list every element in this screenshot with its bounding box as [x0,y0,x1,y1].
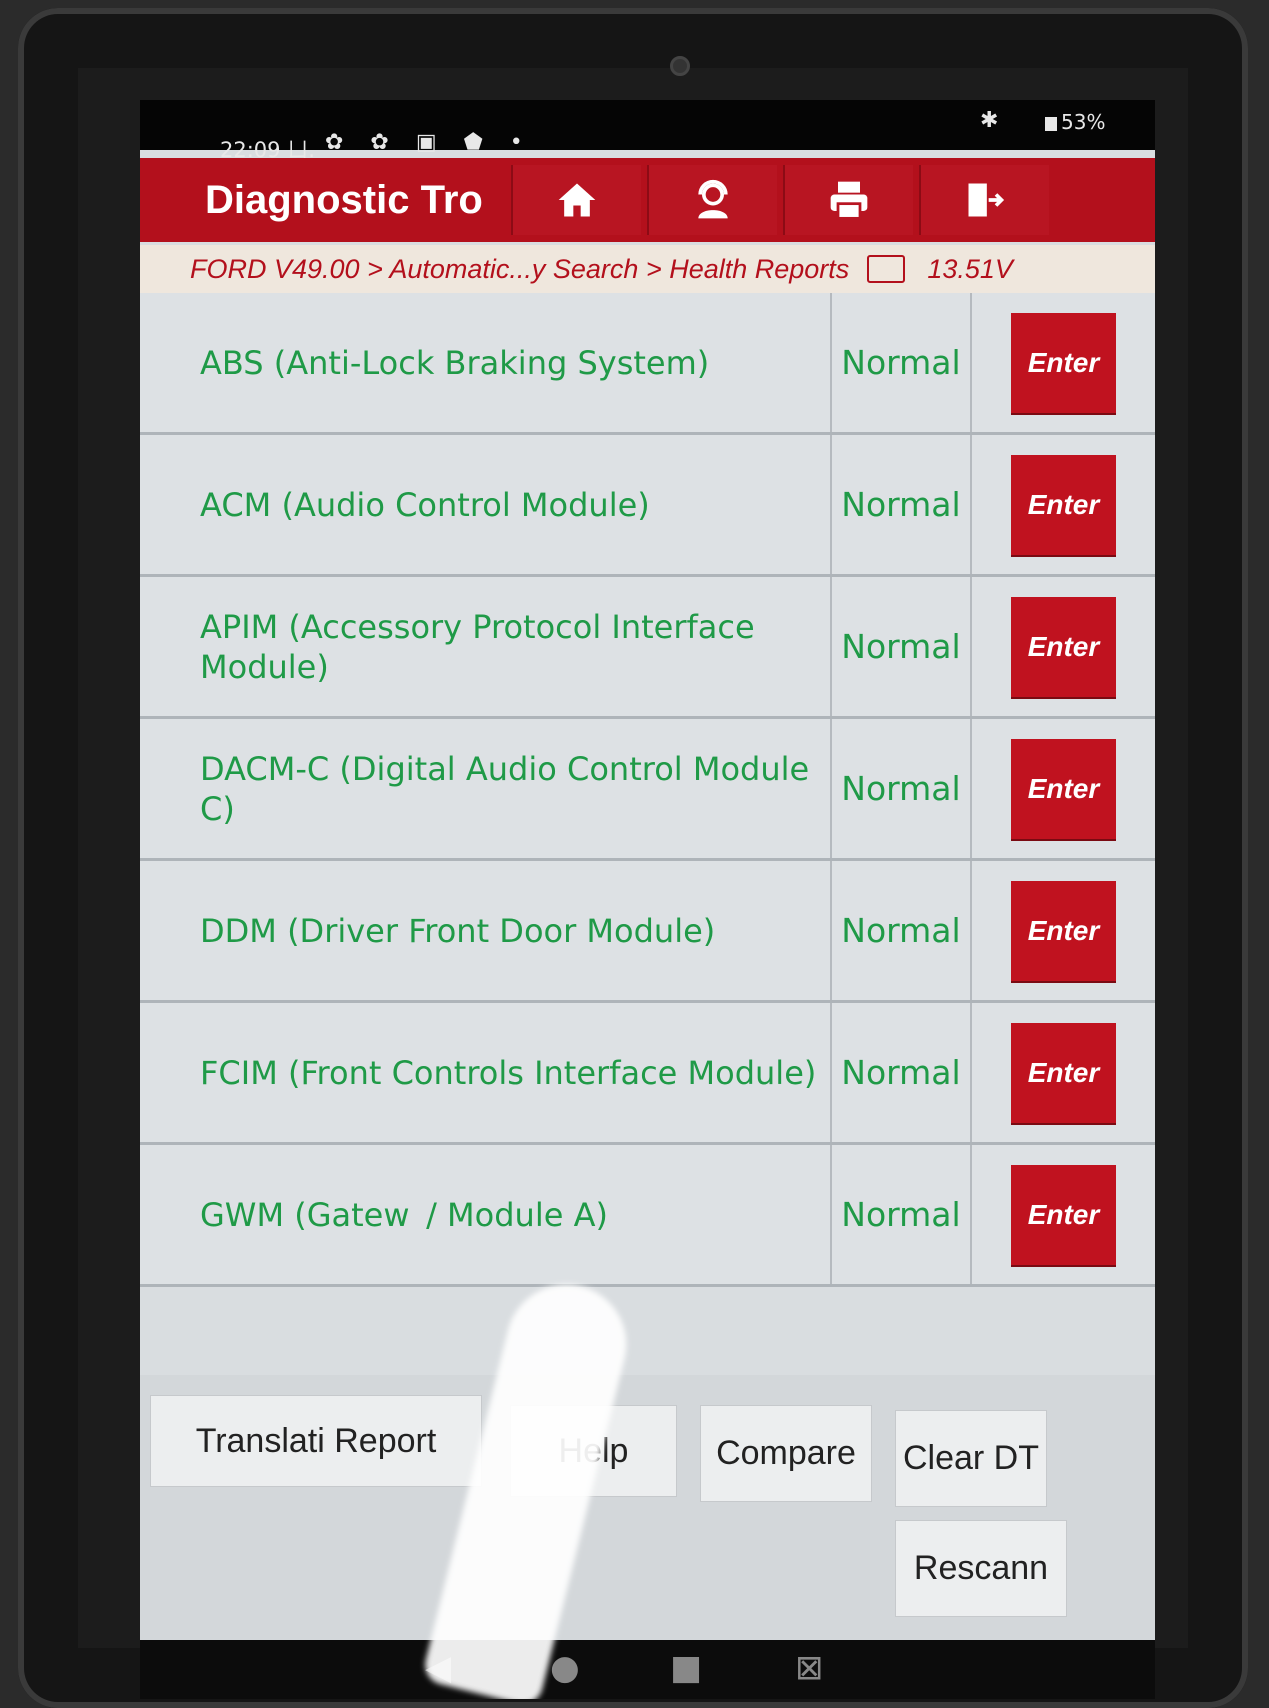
recents-icon[interactable]: ■ [670,1648,702,1688]
breadcrumb-path: FORD V49.00 > Automatic...y Search > Hea… [190,253,850,284]
battery-level: 53% [1061,110,1106,134]
enter-button[interactable]: Enter [1011,738,1116,839]
module-name: ACM (Audio Control Module) [140,435,832,574]
module-status: Normal [832,435,972,574]
enter-cell: Enter [972,293,1155,432]
module-status: Normal [832,293,972,432]
enter-button[interactable]: Enter [1011,596,1116,697]
compare-button[interactable]: Compare [700,1405,872,1502]
rescan-button[interactable]: Rescann [895,1520,1067,1617]
module-status: Normal [832,577,972,716]
enter-button[interactable]: Enter [1011,454,1116,555]
car-battery-icon [867,255,906,283]
module-name: DDM (Driver Front Door Module) [140,861,832,1000]
module-name: DACM-C (Digital Audio Control Module C) [140,719,832,858]
module-status: Normal [832,861,972,1000]
module-status: Normal [832,1003,972,1142]
camera-lens [670,56,690,76]
clear-dtc-button[interactable]: Clear DT [895,1410,1047,1507]
exit-icon [968,183,1005,217]
enter-cell: Enter [972,577,1155,716]
table-row: FCIM (Front Controls Interface Module) N… [140,1003,1155,1145]
enter-cell: Enter [972,1003,1155,1142]
table-row: DACM-C (Digital Audio Control Module C) … [140,719,1155,861]
battery-voltage: 13.51V [927,253,1013,284]
screenshot-icon[interactable]: ⊠ [795,1648,824,1688]
enter-button[interactable]: Enter [1011,1022,1116,1123]
home-icon [558,183,596,217]
module-status: Normal [832,719,972,858]
person-headset-icon [698,179,728,219]
enter-cell: Enter [972,435,1155,574]
enter-button[interactable]: Enter [1011,1164,1116,1265]
table-row: ABS (Anti-Lock Braking System) Normal En… [140,293,1155,435]
table-row: DDM (Driver Front Door Module) Normal En… [140,861,1155,1003]
enter-cell: Enter [972,1145,1155,1284]
bluetooth-icon: ✱ [980,108,999,133]
battery-icon [1045,116,1057,131]
action-bar: Translati Report Help Compare Clear DT R… [140,1375,1155,1675]
table-row: APIM (Accessory Protocol Interface Modul… [140,577,1155,719]
enter-button[interactable]: Enter [1011,880,1116,981]
translate-report-button[interactable]: Translati Report [150,1395,482,1487]
enter-cell: Enter [972,861,1155,1000]
android-nav-bar: ◀ ● ■ ⊠ [140,1640,1155,1699]
page-title: Diagnostic Tro [205,177,483,222]
battery-indicator: 53% [1045,110,1105,134]
module-name: FCIM (Front Controls Interface Module) [140,1003,832,1142]
module-status: Normal [832,1145,972,1284]
printer-icon [830,181,868,220]
home-button[interactable] [511,165,641,235]
support-button[interactable] [647,165,777,235]
status-icons: ✿ ✿ ▣ ⬟ • [325,130,533,155]
print-button[interactable] [783,165,913,235]
status-bar: 22:09 ㄩ. ✿ ✿ ▣ ⬟ • ✱ 53% [140,100,1155,162]
home-nav-icon[interactable]: ● [550,1648,580,1688]
module-name: ABS (Anti-Lock Braking System) [140,293,832,432]
breadcrumb: FORD V49.00 > Automatic...y Search > Hea… [140,245,1155,293]
enter-cell: Enter [972,719,1155,858]
module-list: ABS (Anti-Lock Braking System) Normal En… [140,293,1155,1287]
table-row: GWM (Gatew / Module A) Normal Enter [140,1145,1155,1287]
title-bar: Diagnostic Tro [140,158,1155,242]
enter-button[interactable]: Enter [1011,312,1116,413]
screen: 22:09 ㄩ. ✿ ✿ ▣ ⬟ • ✱ 53% Diagnostic Tro … [140,100,1155,1699]
module-name: GWM (Gatew / Module A) [140,1145,832,1284]
table-row: ACM (Audio Control Module) Normal Enter [140,435,1155,577]
exit-button[interactable] [919,165,1049,235]
module-name: APIM (Accessory Protocol Interface Modul… [140,577,832,716]
